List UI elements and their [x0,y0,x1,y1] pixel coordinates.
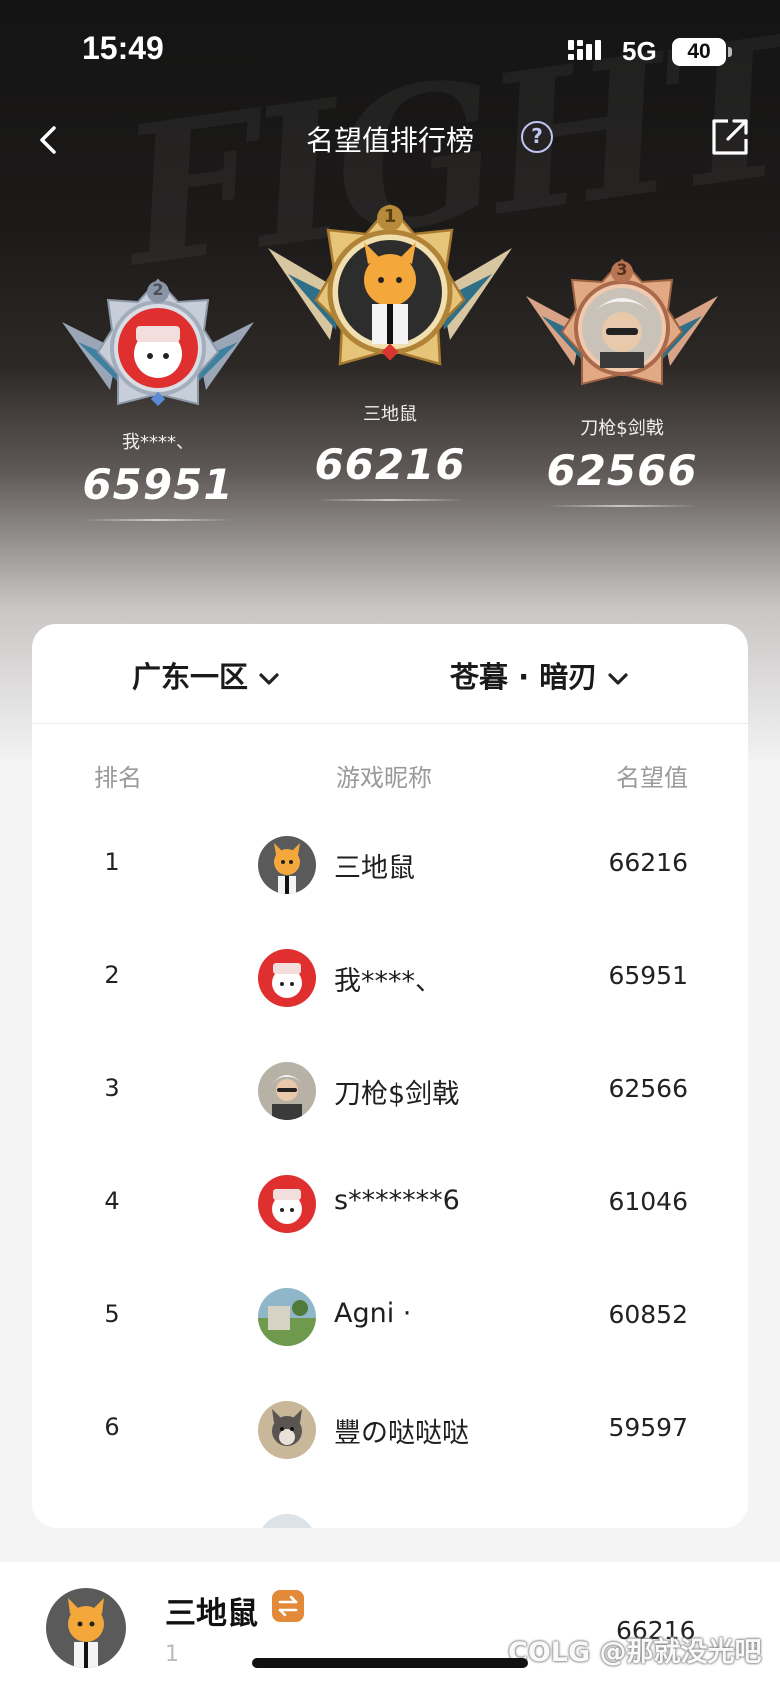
home-indicator[interactable] [252,1658,528,1668]
podium-third[interactable]: 3 刀枪$剑戟 62566 [522,256,722,507]
row-score: 66216 [608,848,688,877]
row-score: 59257 [608,1526,688,1528]
help-icon[interactable]: ? [521,121,553,153]
podium-score: 62566 [546,446,698,495]
row-rank: 2 [104,961,120,989]
share-icon[interactable] [708,115,752,159]
gold-badge-icon [268,204,512,366]
row-rank: 1 [104,848,120,876]
row-rank: 6 [104,1413,120,1441]
place-number: 3 [616,260,628,279]
table-row[interactable]: 2 我****、 65951 [32,923,748,1036]
row-score: 61046 [608,1187,688,1216]
row-nick: s*******6 [334,1185,460,1216]
row-nick: 三地鼠 [334,853,415,884]
cat-icon [258,836,316,894]
table-row[interactable]: 7 铅笔不长 59257 [32,1488,748,1528]
battery-icon: 40 [672,38,726,66]
avatar [258,1062,316,1120]
podium-score: 65951 [82,460,234,509]
chevron-down-icon [608,673,628,685]
avatar [258,1401,316,1459]
row-nick: 刀枪$剑戟 [334,1079,460,1110]
clown-icon [258,949,316,1007]
man-icon [258,1062,316,1120]
status-bar: 15:49 5G 40 [0,0,780,100]
job-label: 苍暮 · 暗刃 [450,660,598,694]
pet-icon [258,1514,316,1528]
row-nick: 我****、 [334,966,442,997]
signal-icon [568,40,601,60]
job-dropdown[interactable]: 苍暮 · 暗刃 [450,654,629,696]
row-score: 62566 [608,1074,688,1103]
avatar [258,836,316,894]
nav-bar: 名望值排行榜 ? [0,105,780,175]
avatar [258,1514,316,1528]
gold-badge: 1 [264,200,516,390]
row-score: 60852 [608,1300,688,1329]
divider [83,519,233,521]
divider [315,499,465,501]
dog-icon [258,1401,316,1459]
cat-icon [46,1588,126,1668]
avatar [258,949,316,1007]
podium-name: 三地鼠 [363,404,417,425]
silver-badge: 2 [58,272,258,422]
table-row[interactable]: 3 刀枪$剑戟 62566 [32,1036,748,1149]
swap-icon[interactable] [272,1590,304,1622]
landscape-icon [258,1288,316,1346]
battery-tip [728,47,732,57]
network-label: 5G [622,36,657,66]
avatar [46,1588,126,1668]
server-dropdown[interactable]: 广东一区 [132,654,280,696]
row-rank: 4 [104,1187,120,1215]
server-label: 广东一区 [132,660,249,694]
row-rank: 7 [92,1526,132,1528]
page-title: 名望值排行榜 [305,124,474,157]
row-score: 65951 [608,961,688,990]
clown-icon [258,1175,316,1233]
podium-score: 66216 [314,440,466,489]
podium-name: 我****、 [122,432,194,453]
header-score: 名望值 [616,764,688,792]
status-time: 15:49 [82,30,164,66]
table-row[interactable]: 1 三地鼠 66216 [32,810,748,923]
row-nick: 豐の哒哒哒 [334,1418,469,1449]
table-row[interactable]: 6 豐の哒哒哒 59597 [32,1375,748,1488]
header-nick: 游戏昵称 [336,764,432,792]
avatar [258,1175,316,1233]
my-rank-bar[interactable]: 三地鼠 1 66216 [0,1562,780,1688]
header-rank: 排名 [94,764,142,792]
table-row[interactable]: 5 Agni · 60852 [32,1262,748,1375]
divider [547,505,697,507]
bronze-badge: 3 [522,256,722,406]
podium-second[interactable]: 2 我****、 65951 [58,272,258,521]
place-number: 1 [383,206,397,227]
table-header: 排名 游戏昵称 名望值 [32,724,748,810]
row-nick: 铅笔不长 [334,1524,442,1528]
avatar [258,1288,316,1346]
row-rank: 3 [104,1074,120,1102]
watermark: COLG @那就没光吧 [508,1637,762,1668]
table-row[interactable]: 4 s*******6 61046 [32,1149,748,1262]
podium-first[interactable]: 1 三地鼠 66216 [264,200,516,501]
ranking-card: 广东一区 苍暮 · 暗刃 排名 游戏昵称 名望值 1 三地鼠 66216 2 我… [32,624,748,1528]
chevron-down-icon [259,673,279,685]
row-rank: 5 [104,1300,120,1328]
row-nick: Agni · [334,1298,412,1329]
my-rank: 1 [165,1642,179,1667]
filter-bar: 广东一区 苍暮 · 暗刃 [32,624,748,724]
row-score: 59597 [608,1413,688,1442]
place-number: 2 [152,280,164,299]
podium-name: 刀枪$剑戟 [580,418,664,439]
ranking-list[interactable]: 1 三地鼠 66216 2 我****、 65951 3 刀枪$剑戟 62566… [32,810,748,1528]
my-name: 三地鼠 [165,1596,258,1632]
